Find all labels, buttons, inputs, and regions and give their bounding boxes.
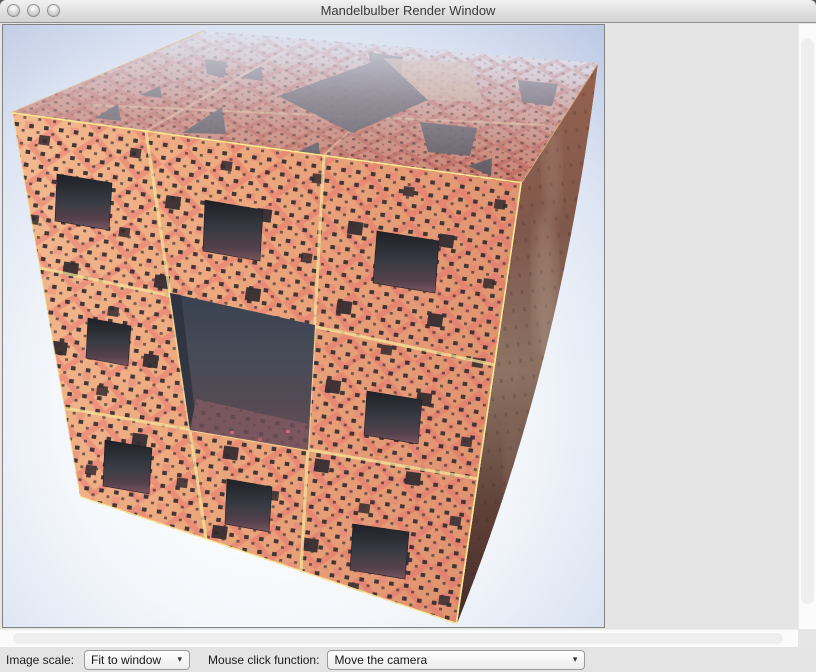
window-title: Mandelbulber Render Window [0,0,816,22]
render-viewport[interactable] [2,24,605,628]
horizontal-scrollbar[interactable] [0,629,798,647]
bottom-toolbar: Image scale: Fit to window ▾ Mouse click… [0,647,816,672]
dropdown-arrow-icon: ▾ [573,654,578,665]
vertical-scrollbar-thumb[interactable] [801,38,814,604]
menger-sponge-render [3,25,604,627]
horizontal-scrollbar-thumb[interactable] [13,633,783,644]
image-scale-value: Fit to window [91,653,161,667]
vertical-scrollbar[interactable] [798,24,816,629]
mouse-click-function-label: Mouse click function: [208,653,319,667]
image-scale-select[interactable]: Fit to window ▾ [84,650,190,670]
mandelbulber-render-window: Mandelbulber Render Window [0,0,816,672]
window-titlebar[interactable]: Mandelbulber Render Window [0,0,816,23]
mouse-click-function-value: Move the camera [334,653,427,667]
mouse-click-function-select[interactable]: Move the camera ▾ [327,650,585,670]
side-panel [607,24,798,629]
dropdown-arrow-icon: ▾ [178,654,183,665]
image-scale-label: Image scale: [6,653,74,667]
